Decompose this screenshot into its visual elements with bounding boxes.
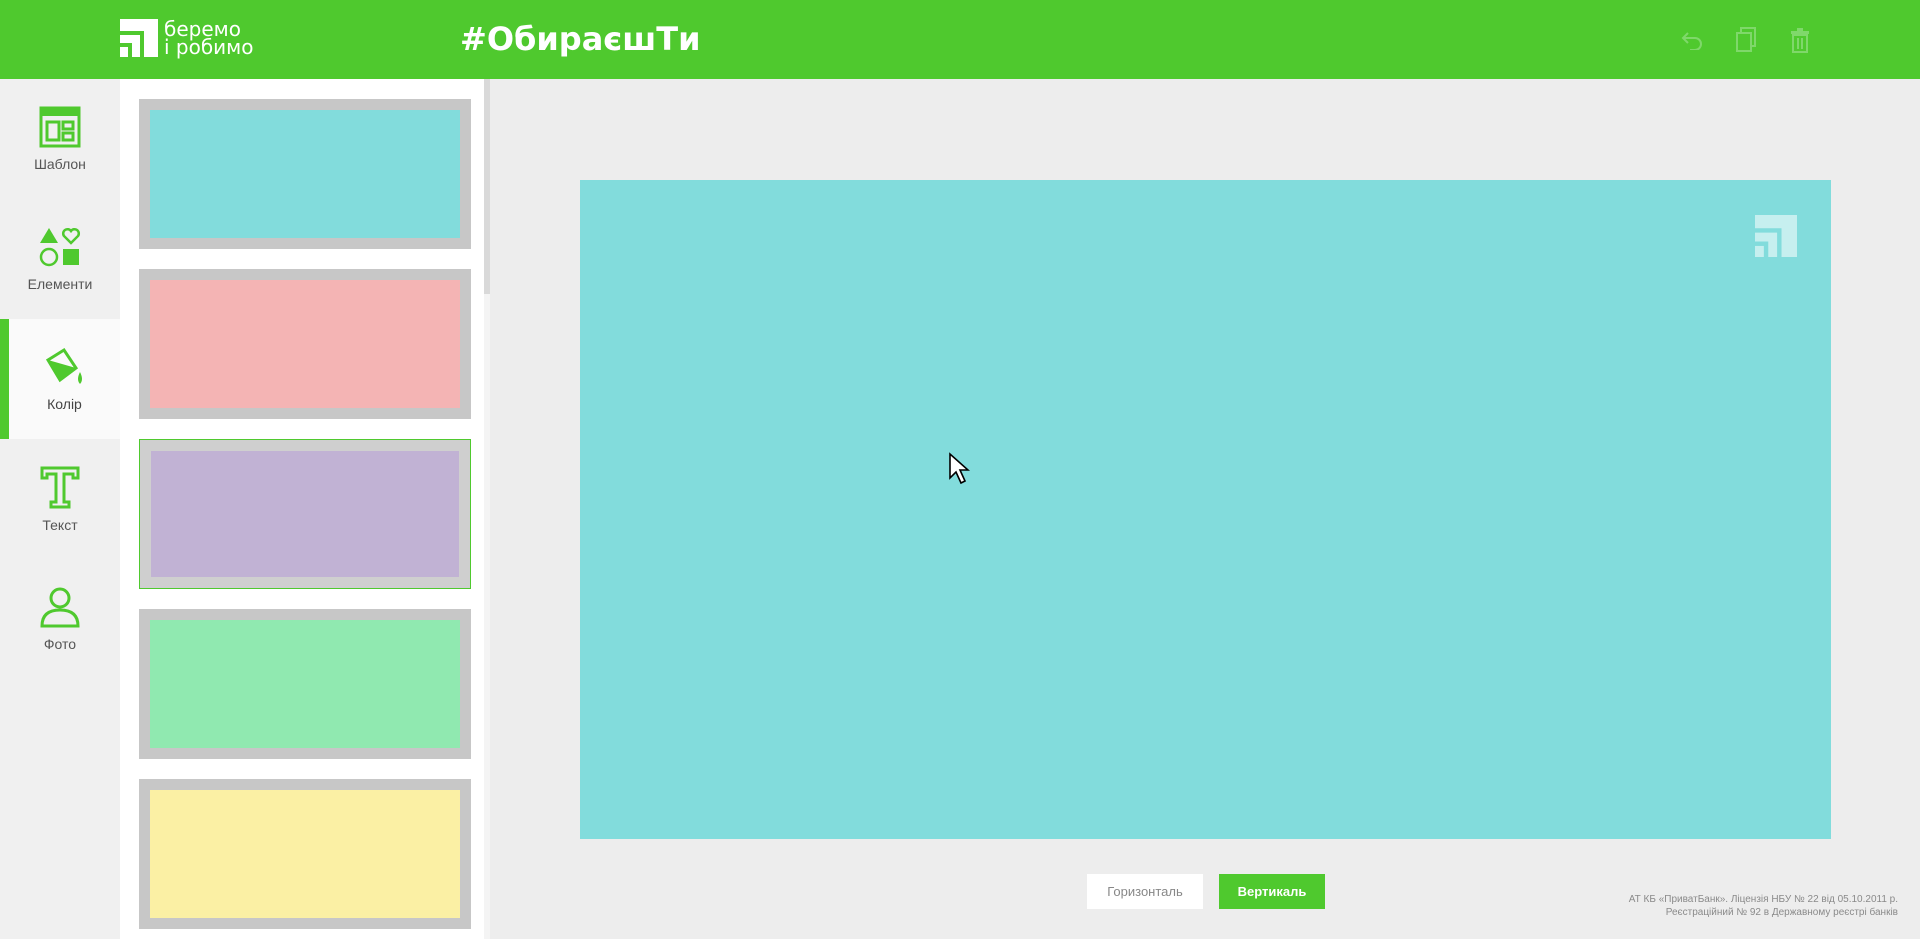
rail-item-color[interactable]: Колір bbox=[0, 319, 120, 439]
rail-item-text[interactable]: Текст bbox=[0, 439, 120, 559]
copy-button[interactable] bbox=[1732, 26, 1760, 54]
color-swatch[interactable] bbox=[139, 99, 471, 249]
rail-label-photo: Фото bbox=[43, 636, 77, 652]
swatch-fill bbox=[150, 110, 460, 238]
design-canvas[interactable] bbox=[580, 180, 1831, 839]
color-swatch-selected[interactable] bbox=[139, 439, 471, 589]
rail-item-template[interactable]: Шаблон bbox=[0, 79, 120, 199]
swatch-fill bbox=[150, 620, 460, 748]
color-swatch[interactable] bbox=[139, 779, 471, 929]
trash-icon bbox=[1791, 28, 1809, 53]
legal-line-1: АТ КБ «ПриватБанк». Ліцензія НБУ № 22 ві… bbox=[1628, 894, 1898, 905]
top-header: беремо і робимо #ОбираєшТи bbox=[0, 0, 1920, 79]
shapes-icon bbox=[39, 228, 80, 267]
text-icon bbox=[40, 466, 80, 509]
rail-item-elements[interactable]: Елементи bbox=[0, 199, 120, 319]
undo-button[interactable] bbox=[1678, 26, 1706, 54]
rail-label-elements: Елементи bbox=[27, 276, 93, 292]
privatbank-logo-icon bbox=[1755, 215, 1797, 257]
brand-logo[interactable]: беремо і робимо bbox=[120, 18, 254, 58]
rail-item-photo[interactable]: Фото bbox=[0, 559, 120, 679]
logo-line-2: і робимо bbox=[164, 35, 254, 59]
vertical-button[interactable]: Вертикаль bbox=[1219, 874, 1325, 909]
rail-label-color: Колір bbox=[47, 396, 82, 412]
swatch-fill bbox=[150, 280, 460, 408]
color-swatch[interactable] bbox=[139, 609, 471, 759]
color-swatch[interactable] bbox=[139, 269, 471, 419]
undo-icon bbox=[1681, 32, 1702, 50]
paint-bucket-icon bbox=[45, 347, 82, 384]
tool-rail: Шаблон Елементи Колір Текст Фото bbox=[0, 79, 120, 939]
swatch-fill bbox=[151, 451, 459, 577]
logo-text: беремо і робимо bbox=[164, 19, 254, 59]
header-tools bbox=[1678, 26, 1814, 54]
mouse-pointer-icon bbox=[949, 452, 970, 485]
campaign-hashtag: #ОбираєшТи bbox=[460, 20, 701, 58]
swatch-fill bbox=[150, 790, 460, 918]
rail-label-text: Текст bbox=[42, 517, 78, 533]
horizontal-button[interactable]: Горизонталь bbox=[1087, 874, 1203, 909]
privatbank-logo-icon bbox=[120, 19, 158, 57]
rail-label-template: Шаблон bbox=[34, 156, 86, 172]
delete-button[interactable] bbox=[1786, 26, 1814, 54]
color-panel bbox=[120, 79, 486, 939]
legal-line-2: Реєстраційний № 92 в Державному реєстрі … bbox=[1665, 907, 1898, 918]
template-icon bbox=[39, 106, 81, 148]
copy-icon bbox=[1736, 27, 1756, 52]
user-icon bbox=[40, 587, 80, 628]
legal-notice: АТ КБ «ПриватБанк». Ліцензія НБУ № 22 ві… bbox=[1629, 893, 1898, 919]
